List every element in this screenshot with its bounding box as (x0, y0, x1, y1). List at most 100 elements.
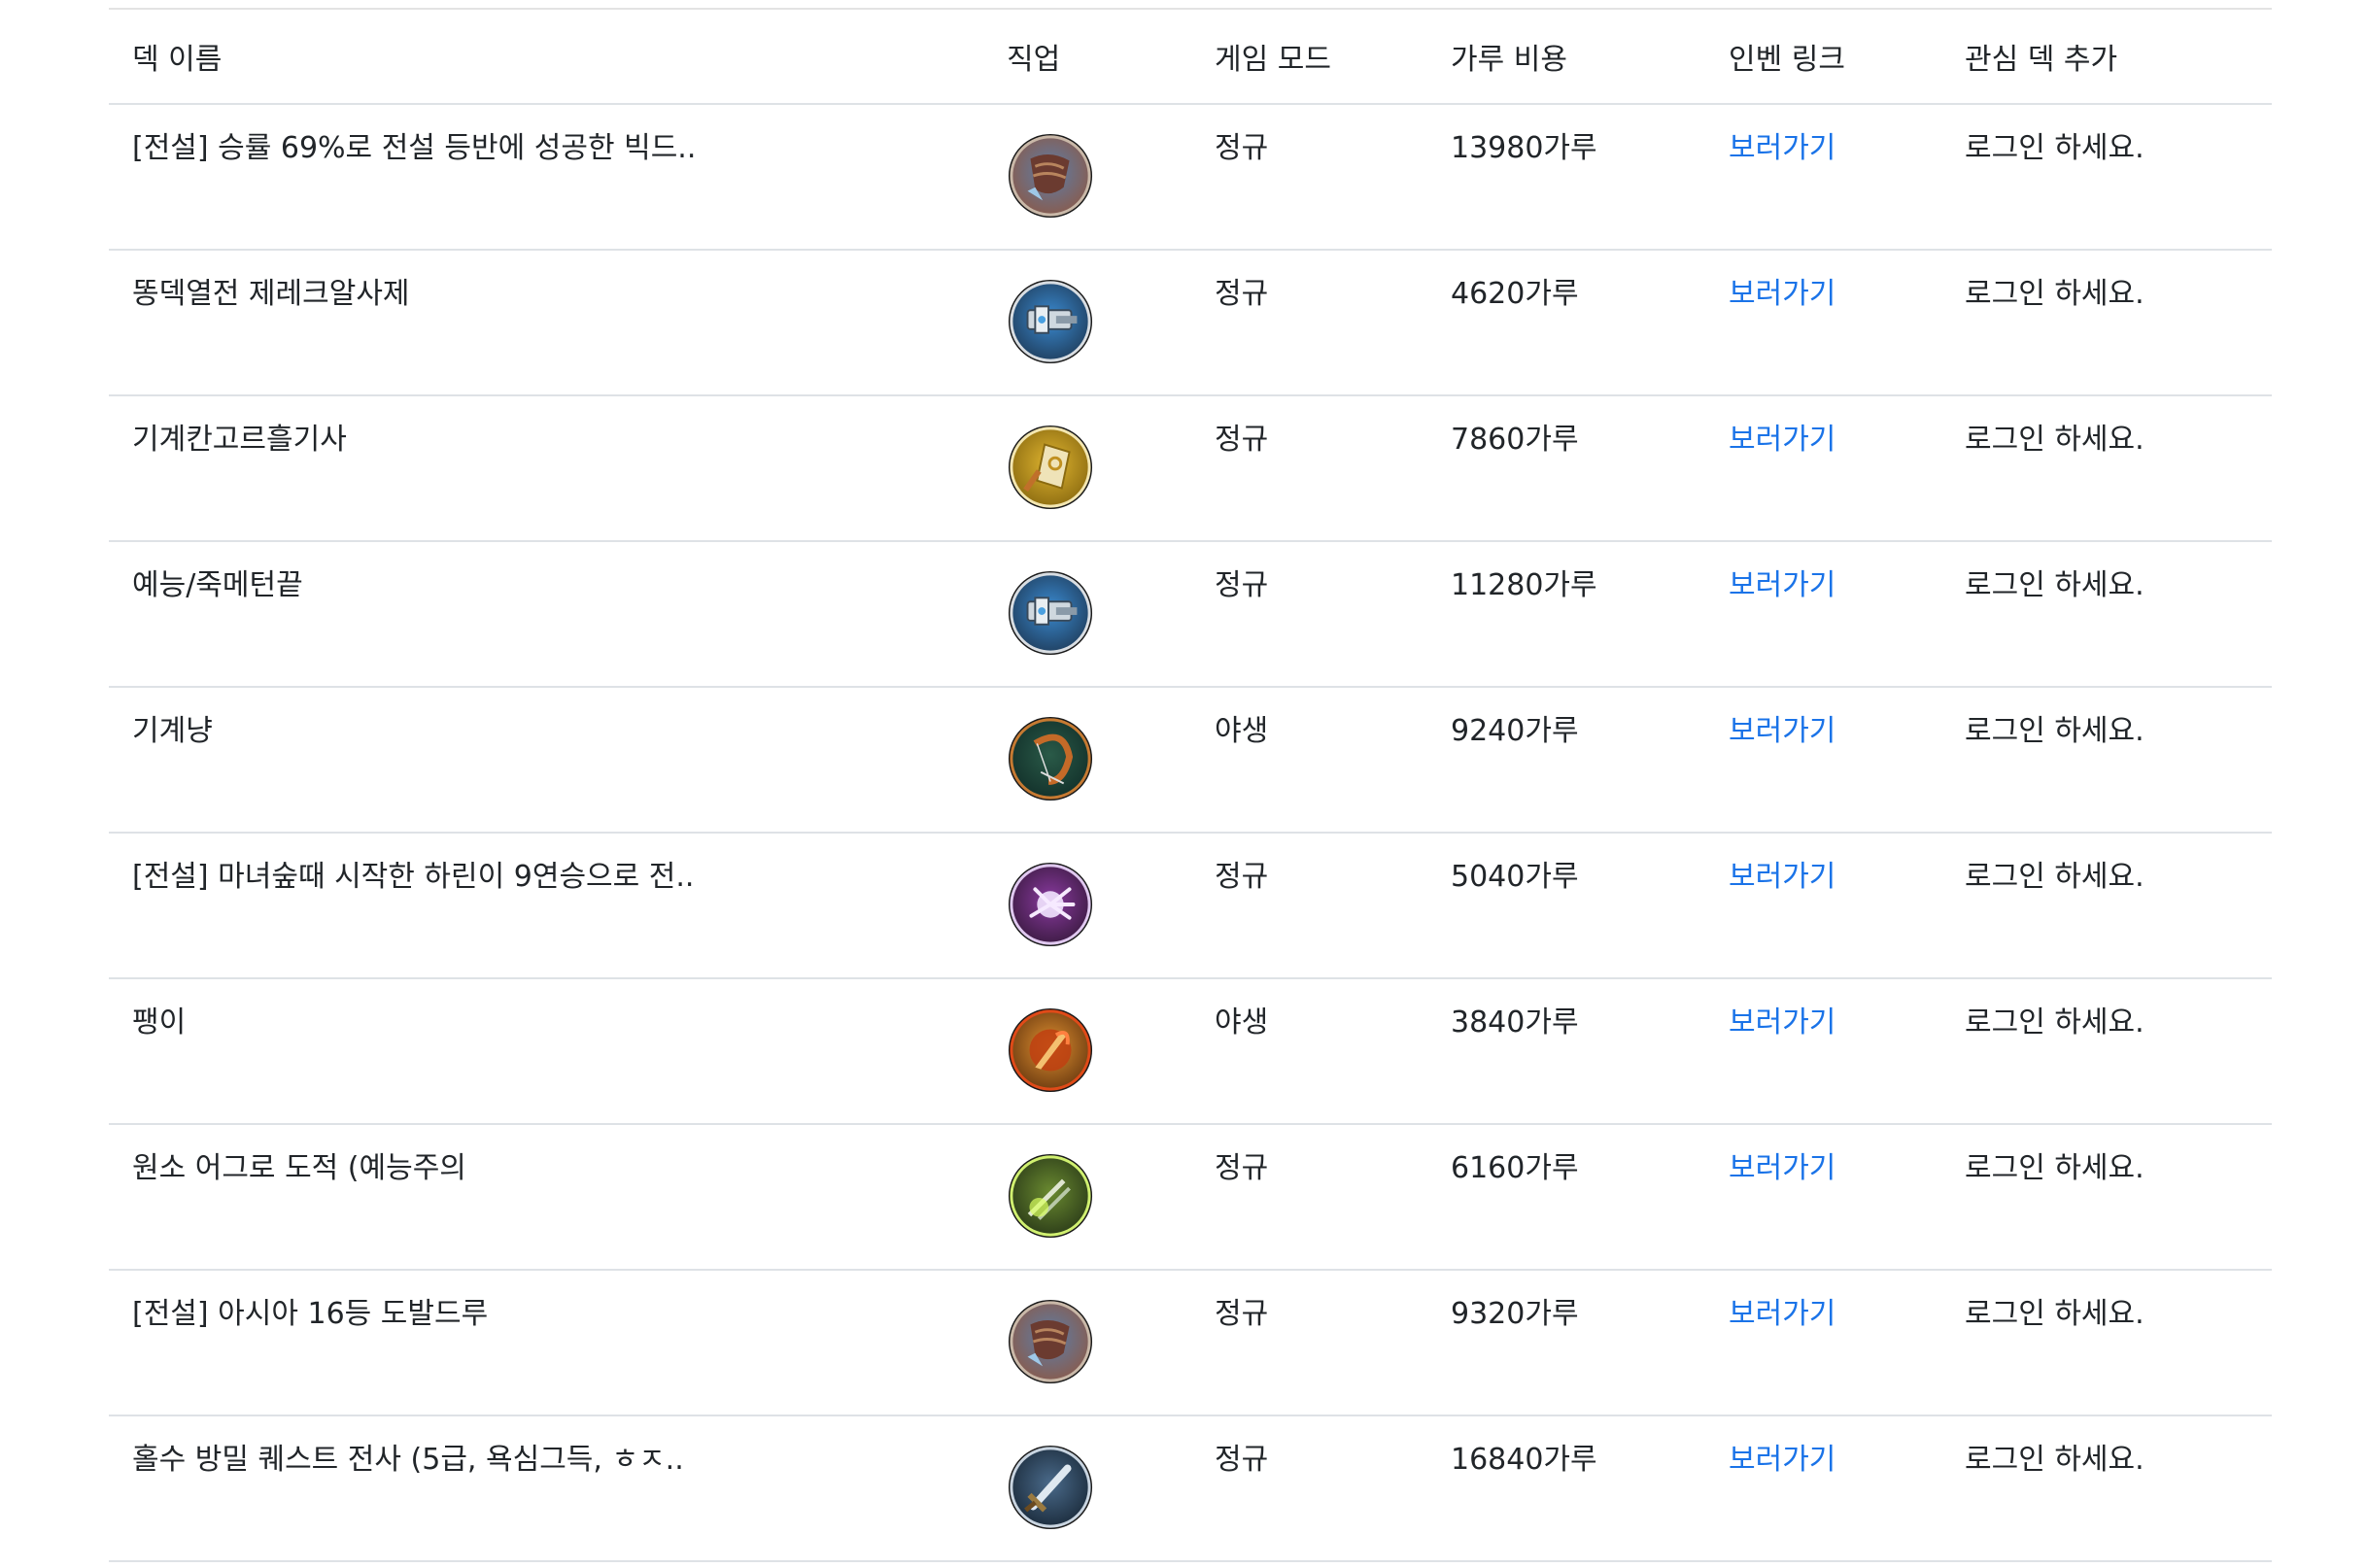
class-cell (983, 1415, 1191, 1562)
warrior-sword-icon (1007, 1444, 1094, 1531)
table-row: [전설] 승률 69%로 전설 등반에 성공한 빅드.. 정규 13980가루 … (109, 104, 2272, 251)
header-game-mode: 게임 모드 (1191, 9, 1427, 105)
class-cell (983, 833, 1191, 979)
class-cell (983, 687, 1191, 834)
class-cell (983, 541, 1191, 688)
game-mode: 정규 (1191, 1124, 1427, 1271)
game-mode: 야생 (1191, 978, 1427, 1125)
view-deck-link[interactable]: 보러가기 (1729, 277, 1835, 311)
deck-name: 원소 어그로 도적 (예능주의 (109, 1124, 983, 1271)
druid-claw-icon (1007, 1298, 1094, 1385)
link-cell: 보러가기 (1705, 978, 1941, 1125)
class-cell (983, 1270, 1191, 1416)
game-mode: 정규 (1191, 395, 1427, 542)
table-row: 기계칸고르흘기사 정규 7860가루 보러가기 로그인 하세요. (109, 395, 2272, 542)
deck-name: 예능/죽메턴끝 (109, 541, 983, 688)
dust-cost: 5040가루 (1427, 833, 1705, 979)
hunter-bow-icon (1007, 715, 1094, 802)
warlock-fire-icon (1007, 1006, 1094, 1094)
table-row: 홀수 방밀 퀘스트 전사 (5급, 욕심그득, ㅎㅈ.. 정규 16840가루 … (109, 1415, 2272, 1562)
deck-name: [전설] 승률 69%로 전설 등반에 성공한 빅드.. (109, 104, 983, 251)
deck-name: 똥덱열전 제레크알사제 (109, 250, 983, 396)
add-favorite-status: 로그인 하세요. (1941, 104, 2272, 251)
deck-name: 홀수 방밀 퀘스트 전사 (5급, 욕심그득, ㅎㅈ.. (109, 1415, 983, 1562)
priest-book-icon (1007, 424, 1094, 511)
header-row: 덱 이름 직업 게임 모드 가루 비용 인벤 링크 관심 덱 추가 (109, 9, 2272, 105)
game-mode: 정규 (1191, 833, 1427, 979)
table-row: 똥덱열전 제레크알사제 정규 4620가루 보러가기 로그인 하세요. (109, 250, 2272, 396)
header-class: 직업 (983, 9, 1191, 105)
dust-cost: 7860가루 (1427, 395, 1705, 542)
link-cell: 보러가기 (1705, 395, 1941, 542)
add-favorite-status: 로그인 하세요. (1941, 250, 2272, 396)
table-body: [전설] 승률 69%로 전설 등반에 성공한 빅드.. 정규 13980가루 … (109, 104, 2272, 1562)
paladin-hammer-icon (1007, 569, 1094, 657)
deck-name: [전설] 마녀숲때 시작한 하린이 9연승으로 전.. (109, 833, 983, 979)
game-mode: 정규 (1191, 1415, 1427, 1562)
header-inven-link: 인벤 링크 (1705, 9, 1941, 105)
add-favorite-status: 로그인 하세요. (1941, 1270, 2272, 1416)
add-favorite-status: 로그인 하세요. (1941, 541, 2272, 688)
deck-name: [전설] 아시아 16등 도발드루 (109, 1270, 983, 1416)
link-cell: 보러가기 (1705, 541, 1941, 688)
class-cell (983, 395, 1191, 542)
game-mode: 야생 (1191, 687, 1427, 834)
link-cell: 보러가기 (1705, 104, 1941, 251)
view-deck-link[interactable]: 보러가기 (1729, 860, 1835, 894)
table-row: [전설] 아시아 16등 도발드루 정규 9320가루 보러가기 로그인 하세요… (109, 1270, 2272, 1416)
view-deck-link[interactable]: 보러가기 (1729, 714, 1835, 748)
table-header: 덱 이름 직업 게임 모드 가루 비용 인벤 링크 관심 덱 추가 (109, 9, 2272, 105)
dust-cost: 9320가루 (1427, 1270, 1705, 1416)
link-cell: 보러가기 (1705, 1415, 1941, 1562)
dust-cost: 4620가루 (1427, 250, 1705, 396)
mage-hand-icon (1007, 861, 1094, 948)
header-add-favorite: 관심 덱 추가 (1941, 9, 2272, 105)
druid-claw-icon (1007, 132, 1094, 220)
link-cell: 보러가기 (1705, 250, 1941, 396)
rogue-daggers-icon (1007, 1152, 1094, 1240)
deck-name: 기계칸고르흘기사 (109, 395, 983, 542)
link-cell: 보러가기 (1705, 833, 1941, 979)
paladin-hammer-icon (1007, 278, 1094, 365)
table-row: 예능/죽메턴끝 정규 11280가루 보러가기 로그인 하세요. (109, 541, 2272, 688)
dust-cost: 3840가루 (1427, 978, 1705, 1125)
deck-name: 기계냥 (109, 687, 983, 834)
add-favorite-status: 로그인 하세요. (1941, 833, 2272, 979)
add-favorite-status: 로그인 하세요. (1941, 1124, 2272, 1271)
dust-cost: 11280가루 (1427, 541, 1705, 688)
class-cell (983, 978, 1191, 1125)
add-favorite-status: 로그인 하세요. (1941, 395, 2272, 542)
view-deck-link[interactable]: 보러가기 (1729, 1443, 1835, 1477)
view-deck-link[interactable]: 보러가기 (1729, 423, 1835, 457)
table-row: 원소 어그로 도적 (예능주의 정규 6160가루 보러가기 로그인 하세요. (109, 1124, 2272, 1271)
header-dust-cost: 가루 비용 (1427, 9, 1705, 105)
game-mode: 정규 (1191, 104, 1427, 251)
view-deck-link[interactable]: 보러가기 (1729, 1151, 1835, 1185)
dust-cost: 16840가루 (1427, 1415, 1705, 1562)
game-mode: 정규 (1191, 1270, 1427, 1416)
class-cell (983, 250, 1191, 396)
deck-name: 팽이 (109, 978, 983, 1125)
view-deck-link[interactable]: 보러가기 (1729, 568, 1835, 602)
add-favorite-status: 로그인 하세요. (1941, 978, 2272, 1125)
table-row: 팽이 야생 3840가루 보러가기 로그인 하세요. (109, 978, 2272, 1125)
table-row: 기계냥 야생 9240가루 보러가기 로그인 하세요. (109, 687, 2272, 834)
add-favorite-status: 로그인 하세요. (1941, 687, 2272, 834)
game-mode: 정규 (1191, 250, 1427, 396)
class-cell (983, 1124, 1191, 1271)
dust-cost: 9240가루 (1427, 687, 1705, 834)
dust-cost: 13980가루 (1427, 104, 1705, 251)
view-deck-link[interactable]: 보러가기 (1729, 1006, 1835, 1040)
class-cell (983, 104, 1191, 251)
view-deck-link[interactable]: 보러가기 (1729, 1297, 1835, 1331)
game-mode: 정규 (1191, 541, 1427, 688)
add-favorite-status: 로그인 하세요. (1941, 1415, 2272, 1562)
deck-table: 덱 이름 직업 게임 모드 가루 비용 인벤 링크 관심 덱 추가 [전설] 승… (109, 8, 2272, 1562)
dust-cost: 6160가루 (1427, 1124, 1705, 1271)
link-cell: 보러가기 (1705, 1124, 1941, 1271)
header-deck-name: 덱 이름 (109, 9, 983, 105)
view-deck-link[interactable]: 보러가기 (1729, 131, 1835, 165)
link-cell: 보러가기 (1705, 1270, 1941, 1416)
deck-list: 덱 이름 직업 게임 모드 가루 비용 인벤 링크 관심 덱 추가 [전설] 승… (109, 8, 2272, 1562)
table-row: [전설] 마녀숲때 시작한 하린이 9연승으로 전.. 정규 5040가루 보러… (109, 833, 2272, 979)
